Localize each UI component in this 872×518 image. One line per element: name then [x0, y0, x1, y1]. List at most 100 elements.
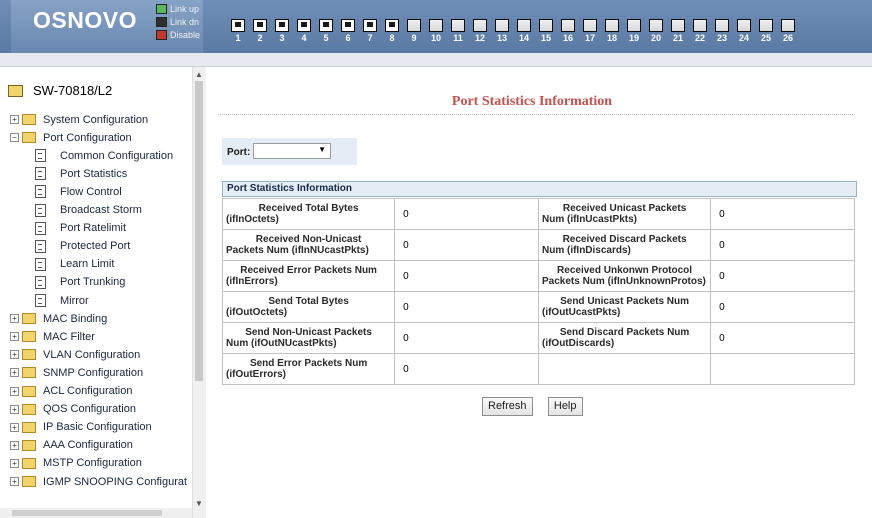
port-3[interactable]: 3	[275, 19, 289, 43]
sidebar-item-aaa-configuration[interactable]: + AAA Configuration	[10, 437, 133, 454]
stat-name: Send Error Packets Num	[249, 358, 368, 369]
port-9[interactable]: 9	[407, 19, 421, 43]
sidebar-horizontal-scrollbar[interactable]	[0, 508, 192, 518]
scroll-up-icon[interactable]: ▲	[195, 70, 203, 79]
chevron-down-icon[interactable]: ▼	[318, 145, 326, 154]
port-empty-icon	[451, 19, 465, 32]
port-empty-icon	[539, 19, 553, 32]
port-22[interactable]: 22	[693, 19, 707, 43]
sidebar-item-port-statistics[interactable]: Port Statistics	[35, 165, 127, 182]
port-24[interactable]: 24	[737, 19, 751, 43]
port-2[interactable]: 2	[253, 19, 267, 43]
sidebar-item-label: MAC Filter	[43, 330, 95, 343]
sidebar-item-vlan-configuration[interactable]: + VLAN Configuration	[10, 346, 140, 363]
refresh-button[interactable]: Refresh	[482, 397, 533, 416]
sidebar-item-port-trunking[interactable]: Port Trunking	[35, 274, 125, 291]
stat-name: Received Total Bytes	[258, 203, 359, 214]
port-8[interactable]: 8	[385, 19, 399, 43]
stat-mib-name: Num (ifInUcastPkts)	[541, 214, 637, 225]
expand-icon[interactable]: +	[10, 314, 19, 324]
sidebar-item-mstp-configuration[interactable]: + MSTP Configuration	[10, 455, 142, 472]
port-26[interactable]: 26	[781, 19, 795, 43]
sidebar-item-protected-port[interactable]: Protected Port	[35, 238, 130, 255]
stat-mib-name: (ifInErrors)	[226, 276, 278, 287]
port-21[interactable]: 21	[671, 19, 685, 43]
main-content: Port Statistics Information Port: ▼ Port…	[212, 67, 872, 518]
port-14[interactable]: 14	[517, 19, 531, 43]
port-11[interactable]: 11	[451, 19, 465, 43]
expand-icon[interactable]: +	[10, 477, 19, 486]
sidebar-item-port-configuration[interactable]: − Port Configuration	[10, 129, 132, 146]
port-25[interactable]: 25	[759, 19, 773, 43]
expand-icon[interactable]: +	[10, 115, 19, 124]
port-select[interactable]: ▼	[253, 143, 331, 159]
expand-icon[interactable]: +	[10, 440, 19, 450]
sidebar-item-label: MAC Binding	[43, 312, 108, 325]
port-number: 5	[323, 33, 329, 43]
sidebar-item-port-ratelimit[interactable]: Port Ratelimit	[35, 220, 126, 237]
port-6[interactable]: 6	[341, 19, 355, 43]
port-17[interactable]: 17	[583, 19, 597, 43]
sidebar-item-mirror[interactable]: Mirror	[35, 292, 89, 309]
port-16[interactable]: 16	[561, 19, 575, 43]
folder-icon	[22, 313, 36, 325]
folder-icon	[22, 349, 36, 361]
sidebar-item-common-configuration[interactable]: Common Configuration	[35, 147, 173, 164]
sidebar-item-acl-configuration[interactable]: + ACL Configuration	[10, 383, 132, 400]
expand-icon[interactable]: +	[10, 404, 19, 414]
expand-icon[interactable]: +	[10, 350, 19, 360]
port-4[interactable]: 4	[297, 19, 311, 43]
port-10[interactable]: 10	[429, 19, 443, 43]
document-icon	[35, 167, 46, 181]
expand-icon[interactable]: +	[10, 386, 19, 396]
port-19[interactable]: 19	[627, 19, 641, 43]
sidebar-item-ip-basic-configuration[interactable]: + IP Basic Configuration	[10, 419, 152, 436]
sidebar-item-snmp-configuration[interactable]: + SNMP Configuration	[10, 364, 143, 381]
port-5[interactable]: 5	[319, 19, 333, 43]
scroll-down-icon[interactable]: ▼	[195, 499, 203, 508]
port-15[interactable]: 15	[539, 19, 553, 43]
sidebar-item-mac-binding[interactable]: + MAC Binding	[10, 310, 107, 327]
expand-icon[interactable]: +	[10, 458, 19, 468]
sidebar-item-system-configuration[interactable]: + System Configuration	[10, 111, 148, 128]
port-20[interactable]: 20	[649, 19, 663, 43]
port-23[interactable]: 23	[715, 19, 729, 43]
port-7[interactable]: 7	[363, 19, 377, 43]
scroll-thumb-horizontal[interactable]	[12, 510, 162, 516]
tree-root[interactable]: SW-70818/L2	[8, 83, 112, 98]
document-icon	[35, 221, 46, 235]
section-header: Port Statistics Information	[222, 181, 857, 197]
sidebar-item-label: Broadcast Storm	[60, 204, 142, 216]
port-18[interactable]: 18	[605, 19, 619, 43]
sidebar-item-flow-control[interactable]: Flow Control	[35, 183, 122, 200]
help-button[interactable]: Help	[547, 397, 583, 416]
stat-name-cell: Send Total Bytes (ifOutOctets)	[221, 291, 396, 323]
sidebar-item-learn-limit[interactable]: Learn Limit	[35, 256, 114, 273]
sidebar-item-mac-filter[interactable]: + MAC Filter	[10, 328, 95, 345]
port-13[interactable]: 13	[495, 19, 509, 43]
sidebar-item-igmp-snooping-configurat[interactable]: + IGMP SNOOPING Configurat	[10, 473, 187, 490]
folder-icon	[22, 403, 36, 415]
port-linked-icon	[341, 19, 355, 32]
port-12[interactable]: 12	[473, 19, 487, 43]
stat-mib-name: Packets Num (ifInNUcastPkts)	[226, 245, 369, 256]
sidebar-item-broadcast-storm[interactable]: Broadcast Storm	[35, 202, 142, 219]
sidebar-item-label: Flow Control	[60, 185, 122, 198]
stat-name: Send Unicast Packets Num	[560, 296, 690, 307]
sub-bar	[0, 53, 872, 67]
legend-item: Disable	[156, 29, 200, 40]
expand-icon[interactable]: +	[10, 332, 19, 342]
port-1[interactable]: 1	[231, 19, 245, 43]
stat-value: 0	[394, 260, 539, 292]
port-empty-icon	[759, 19, 773, 32]
collapse-icon[interactable]: −	[10, 133, 19, 143]
expand-icon[interactable]: +	[10, 422, 19, 432]
port-legend: Link up Link dn Disable	[156, 3, 200, 42]
scroll-thumb[interactable]	[195, 81, 203, 381]
legend-item: Link dn	[156, 16, 200, 27]
folder-icon	[22, 132, 36, 144]
sidebar-item-qos-configuration[interactable]: + QOS Configuration	[10, 401, 136, 418]
expand-icon[interactable]: +	[10, 368, 19, 378]
sidebar-vertical-scrollbar[interactable]: ▲ ▼	[192, 67, 206, 518]
port-number: 16	[562, 33, 573, 43]
